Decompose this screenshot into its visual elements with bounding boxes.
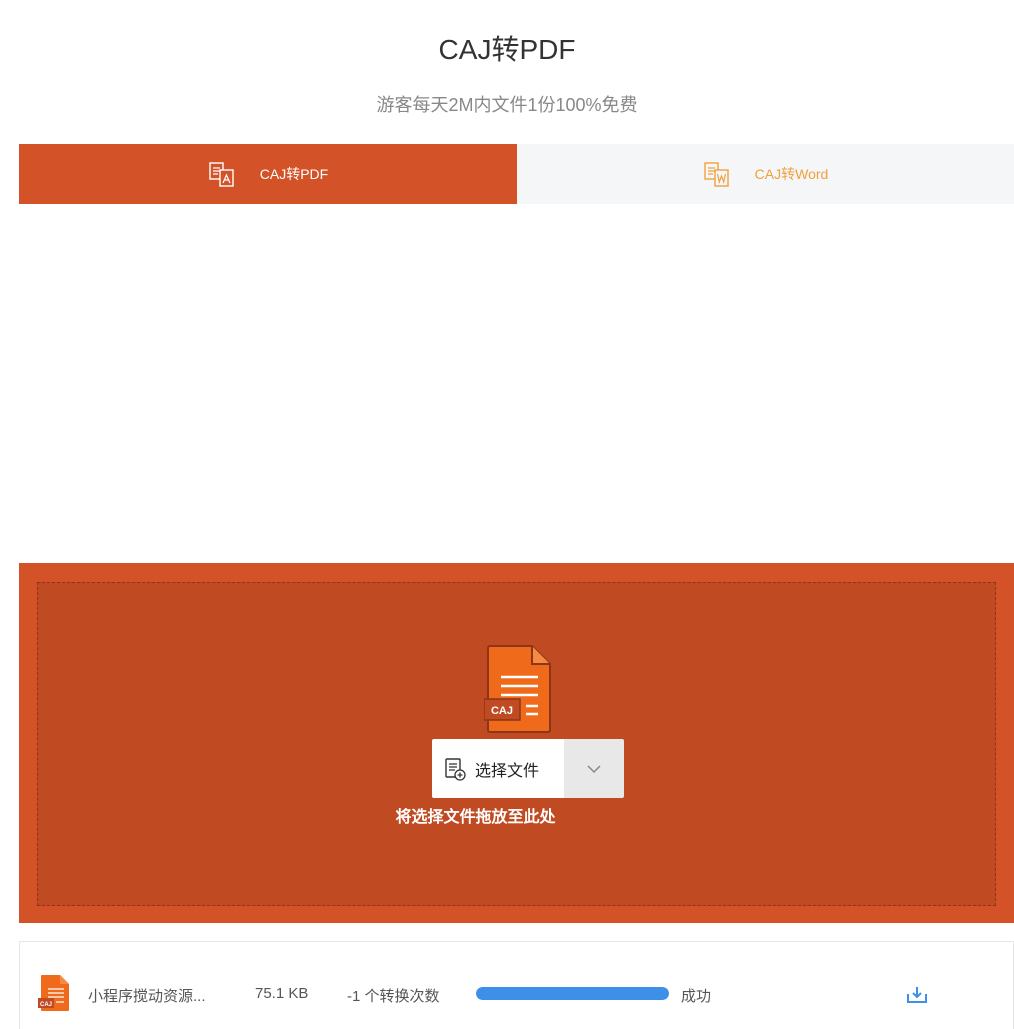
file-name: 小程序搅动资源... bbox=[88, 988, 206, 1005]
tab-caj-to-pdf[interactable]: CAJ转PDF bbox=[19, 144, 517, 204]
dropzone-inner[interactable]: CAJ 选择文件 将选择文件拖放至此处 bbox=[37, 582, 996, 906]
file-size: 75.1 KB bbox=[255, 985, 309, 1002]
tab-caj-to-pdf-label: CAJ转PDF bbox=[259, 166, 329, 182]
caj-file-small-icon: CAJ bbox=[38, 975, 69, 1011]
chevron-down-icon bbox=[587, 764, 601, 773]
conversion-status: 成功 bbox=[681, 988, 712, 1005]
page-subtitle: 游客每天2M内文件1份100%免费 bbox=[376, 95, 638, 115]
caj-file-icon: CAJ bbox=[484, 645, 551, 733]
select-file-label: 选择文件 bbox=[475, 762, 540, 780]
upload-dropzone[interactable]: CAJ 选择文件 将选择文件拖放至此处 bbox=[19, 563, 1014, 923]
conversion-progress-bar bbox=[476, 987, 669, 1000]
add-document-icon bbox=[444, 757, 466, 781]
svg-text:CAJ: CAJ bbox=[40, 1002, 52, 1008]
tab-caj-to-word-label: CAJ转Word bbox=[754, 166, 829, 182]
select-source-dropdown[interactable] bbox=[564, 739, 624, 798]
file-list-row: CAJ 小程序搅动资源... 75.1 KB -1 个转换次数 成功 bbox=[19, 941, 1014, 1029]
dropzone-hint: 将选择文件拖放至此处 bbox=[38, 803, 997, 827]
caj-file-icon-label: CAJ bbox=[491, 705, 513, 717]
caj-word-icon bbox=[703, 160, 731, 188]
select-file-control: 选择文件 bbox=[432, 739, 624, 798]
conversion-count: -1 个转换次数 bbox=[347, 988, 440, 1005]
dropzone-hint-text: 将选择文件拖放至此处 bbox=[395, 809, 556, 826]
conversion-tabs: CAJ转PDF CAJ转Word bbox=[19, 144, 1014, 204]
conversion-progress-fill bbox=[476, 987, 669, 1000]
select-file-button[interactable]: 选择文件 bbox=[432, 739, 564, 798]
download-icon[interactable] bbox=[906, 986, 928, 1004]
page-title: CAJ转PDF bbox=[438, 34, 576, 65]
tab-caj-to-word[interactable]: CAJ转Word bbox=[517, 144, 1014, 204]
caj-pdf-icon bbox=[208, 160, 236, 188]
